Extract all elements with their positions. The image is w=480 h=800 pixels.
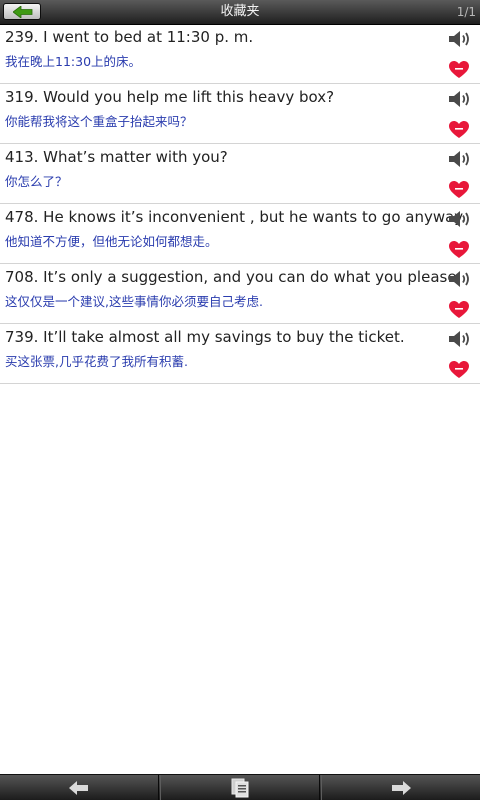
english-sentence: 708. It’s only a suggestion, and you can…	[5, 268, 462, 286]
document-button[interactable]	[160, 775, 320, 800]
list-item[interactable]: 708. It’s only a suggestion, and you can…	[0, 264, 480, 324]
chinese-translation: 他知道不方便，但他无论如何都想走。	[5, 234, 218, 249]
heart-icon[interactable]	[449, 301, 469, 319]
english-sentence: 478. He knows it’s inconvenient , but he…	[5, 208, 466, 226]
bottom-toolbar	[0, 774, 480, 800]
heart-icon[interactable]	[449, 121, 469, 139]
chinese-translation: 我在晚上11:30上的床。	[5, 54, 142, 69]
speaker-icon[interactable]	[448, 209, 472, 229]
speaker-icon[interactable]	[448, 329, 472, 349]
chinese-translation: 你能帮我将这个重盒子抬起来吗？	[5, 114, 193, 129]
list-item[interactable]: 319. Would you help me lift this heavy b…	[0, 84, 480, 144]
speaker-icon[interactable]	[448, 29, 472, 49]
list-item[interactable]: 239. I went to bed at 11:30 p. m. 我在晚上11…	[0, 24, 480, 84]
heart-icon[interactable]	[449, 61, 469, 79]
heart-icon[interactable]	[449, 361, 469, 379]
previous-button[interactable]	[0, 775, 159, 800]
heart-icon[interactable]	[449, 241, 469, 259]
speaker-icon[interactable]	[448, 149, 472, 169]
right-arrow-icon	[392, 780, 411, 795]
speaker-icon[interactable]	[448, 269, 472, 289]
english-sentence: 319. Would you help me lift this heavy b…	[5, 88, 335, 106]
page-indicator: 1/1	[456, 5, 476, 19]
chinese-translation: 你怎么了？	[5, 174, 68, 189]
chinese-translation: 这仅仅是一个建议,这些事情你必须要自己考虑.	[5, 294, 263, 309]
heart-icon[interactable]	[449, 181, 469, 199]
speaker-icon[interactable]	[448, 89, 472, 109]
left-arrow-icon	[69, 780, 88, 795]
english-sentence: 239. I went to bed at 11:30 p. m.	[5, 28, 254, 46]
list-item[interactable]: 413. What’s matter with you? 你怎么了？	[0, 144, 480, 204]
top-bar: 收藏夹 1/1	[0, 0, 480, 25]
list-item[interactable]: 478. He knows it’s inconvenient , but he…	[0, 204, 480, 264]
english-sentence: 413. What’s matter with you?	[5, 148, 228, 166]
next-button[interactable]	[321, 775, 480, 800]
document-icon	[231, 778, 249, 797]
chinese-translation: 买这张票,几乎花费了我所有积蓄.	[5, 354, 188, 369]
list-item[interactable]: 739. It’ll take almost all my savings to…	[0, 324, 480, 384]
page-title: 收藏夹	[220, 4, 260, 19]
english-sentence: 739. It’ll take almost all my savings to…	[5, 328, 405, 346]
favorites-list: 239. I went to bed at 11:30 p. m. 我在晚上11…	[0, 24, 480, 384]
